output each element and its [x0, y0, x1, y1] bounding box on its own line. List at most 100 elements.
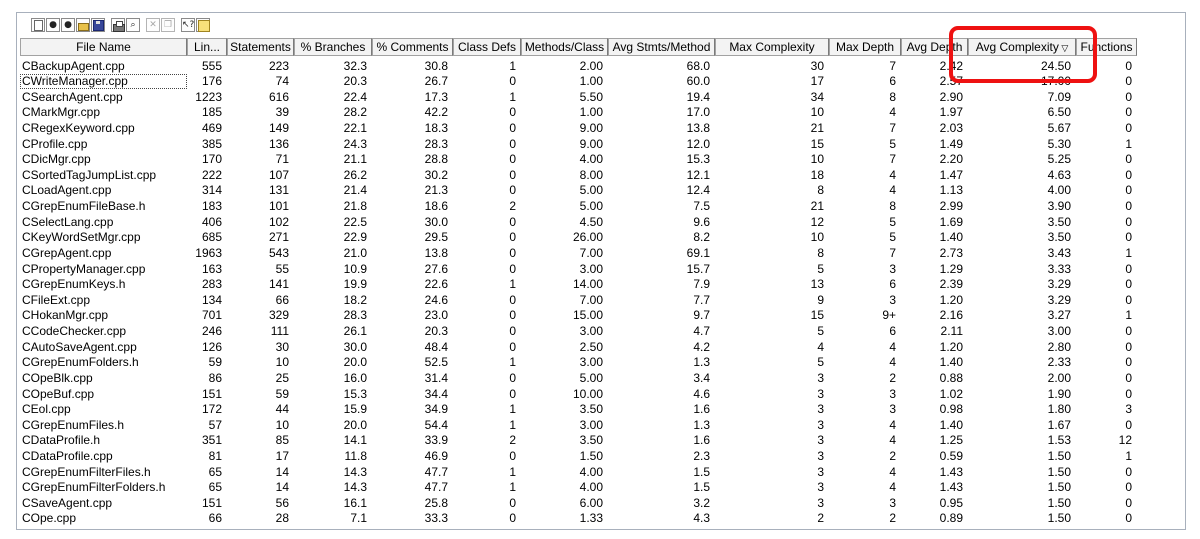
cell-max-depth: 5 — [889, 214, 896, 229]
header-comments[interactable]: % Comments — [372, 38, 453, 56]
cell-avg-depth: 2.03 — [939, 120, 963, 135]
header-avg-complexity[interactable]: Avg Complexity ▽ — [968, 38, 1076, 56]
cell-avg-complexity: 3.50 — [1047, 214, 1071, 229]
cell-methods-per-class: 2.00 — [579, 58, 603, 73]
cell-max-complexity: 34 — [810, 89, 824, 104]
cell-file-name: CMarkMgr.cpp — [22, 105, 101, 120]
table-row[interactable]: CRegexKeyword.cpp 469 149 22.1 18.3 0 9.00 13.8… — [20, 121, 1180, 137]
header-statements[interactable]: Statements — [227, 38, 294, 56]
table-row[interactable]: CGrepEnumFilterFiles.h 65 14 14.3 47.7 1 4.00 1… — [20, 465, 1180, 481]
table-row[interactable]: CWriteManager.cpp 176 74 20.3 26.7 0 1.00 60.0 1… — [20, 74, 1180, 90]
record-icon[interactable]: ● — [61, 17, 75, 32]
table-row[interactable]: CHokanMgr.cpp 701 329 28.3 23.0 0 15.00 9.7 15 9+… — [20, 308, 1180, 324]
cell-file-name: CGrepEnumFiles.h — [22, 417, 125, 432]
table-row[interactable]: CLoadAgent.cpp 314 131 21.4 21.3 0 5.00 12.4 8 4 1… — [20, 183, 1180, 199]
help-book-icon[interactable] — [196, 17, 210, 32]
cell-branches: 21.0 — [343, 245, 367, 260]
cell-avg-depth: 1.40 — [939, 355, 963, 370]
table-row[interactable]: CDicMgr.cpp 170 71 21.1 28.8 0 4.00 15.3 10 7 2.20… — [20, 152, 1180, 168]
header-avg-depth[interactable]: Avg Depth — [901, 38, 968, 56]
table-row[interactable]: CGrepEnumFolders.h 59 10 20.0 52.5 1 3.00 1.3 5 4… — [20, 355, 1180, 371]
cell-lines: 385 — [201, 136, 222, 151]
open-folder-icon[interactable] — [76, 17, 90, 32]
table-row[interactable]: CGrepEnumFiles.h 57 10 20.0 54.4 1 3.00 1.3 3 4 1.… — [20, 418, 1180, 434]
header-functions[interactable]: Functions — [1076, 38, 1137, 56]
cell-branches: 22.9 — [343, 230, 367, 245]
cell-methods-per-class: 14.00 — [572, 277, 603, 292]
cell-max-depth: 4 — [889, 417, 896, 432]
cell-max-complexity: 8 — [817, 183, 824, 198]
cell-methods-per-class: 4.50 — [579, 214, 603, 229]
table-row[interactable]: COpeBuf.cpp 151 59 15.3 34.4 0 10.00 4.6 3 3 1.02 1… — [20, 387, 1180, 403]
stop-icon[interactable]: ● — [46, 17, 60, 32]
table-row[interactable]: CSelectLang.cpp 406 102 22.5 30.0 0 4.50 9.6 12 5… — [20, 215, 1180, 231]
cell-statements: 136 — [268, 136, 289, 151]
cell-lines: 283 — [201, 277, 222, 292]
cell-functions: 0 — [1125, 292, 1132, 307]
cell-lines: 246 — [201, 324, 222, 339]
table-row[interactable]: COpeBlk.cpp 86 25 16.0 31.4 0 5.00 3.4 3 2 0.88 2.0… — [20, 371, 1180, 387]
cell-max-complexity: 3 — [817, 449, 824, 463]
cell-methods-per-class: 7.00 — [579, 292, 603, 307]
header-max-complexity[interactable]: Max Complexity — [715, 38, 829, 56]
cell-max-complexity: 13 — [810, 277, 824, 292]
table-row[interactable]: CMarkMgr.cpp 185 39 28.2 42.2 0 1.00 17.0 10 4 1.9… — [20, 105, 1180, 121]
sort-descending-icon: ▽ — [1058, 43, 1069, 53]
cell-file-name: CDicMgr.cpp — [22, 152, 91, 167]
table-row[interactable]: CGrepEnumKeys.h 283 141 19.9 22.6 1 14.00 7.9 13… — [20, 277, 1180, 293]
print-preview-icon[interactable]: ⌕ — [126, 17, 140, 32]
table-row[interactable]: CCodeChecker.cpp 246 111 26.1 20.3 0 3.00 4.7 5 6… — [20, 324, 1180, 340]
cell-avg-complexity: 3.00 — [1047, 324, 1071, 339]
table-row[interactable]: CEol.cpp 172 44 15.9 34.9 1 3.50 1.6 3 3 0.98 1.80 3 — [20, 402, 1180, 418]
table-row[interactable]: CSearchAgent.cpp 1223 616 22.4 17.3 1 5.50 19.4… — [20, 90, 1180, 106]
header-methods-per-class[interactable]: Methods/Class — [521, 38, 608, 56]
copy-icon[interactable]: ❐ — [161, 17, 175, 32]
table-row[interactable]: CSaveAgent.cpp 151 56 16.1 25.8 0 6.00 3.2 3 3 0.9… — [20, 496, 1180, 512]
table-row[interactable]: CDataProfile.h 351 85 14.1 33.9 2 3.50 1.6 3 4 1.2… — [20, 433, 1180, 449]
table-row[interactable]: CGrepEnumFileBase.h 183 101 21.8 18.6 2 5.00 7.… — [20, 199, 1180, 215]
cell-avg-depth: 1.20 — [939, 292, 963, 307]
cell-avg-depth: 0.88 — [939, 370, 963, 385]
cell-branches: 22.4 — [343, 89, 367, 104]
cell-max-depth: 4 — [889, 355, 896, 370]
header-branches[interactable]: % Branches — [294, 38, 372, 56]
cell-avg-complexity: 1.67 — [1047, 417, 1071, 432]
table-row[interactable]: CSortedTagJumpList.cpp 222 107 26.2 30.2 0 8.0… — [20, 168, 1180, 184]
cell-methods-per-class: 9.00 — [579, 136, 603, 151]
header-avg-stmts-per-method[interactable]: Avg Stmts/Method — [608, 38, 715, 56]
header-file-name[interactable]: File Name — [20, 38, 187, 56]
save-icon[interactable] — [91, 17, 105, 32]
cell-class-defs: 0 — [509, 74, 516, 89]
header-max-depth[interactable]: Max Depth — [829, 38, 901, 56]
new-icon[interactable] — [31, 17, 45, 32]
table-row[interactable]: CProfile.cpp 385 136 24.3 28.3 0 9.00 12.0 15 5 1.… — [20, 137, 1180, 153]
cell-file-name: CGrepEnumFolders.h — [22, 355, 139, 370]
cell-comments: 42.2 — [424, 105, 448, 120]
table-row[interactable]: COpe.cpp 66 28 7.1 33.3 0 1.33 4.3 2 2 0.89 1.50 0 — [20, 511, 1180, 527]
cell-functions: 0 — [1125, 152, 1132, 167]
context-help-icon[interactable]: ↖? — [181, 17, 195, 32]
table-row[interactable]: CDataProfile.cpp 81 17 11.8 46.9 0 1.50 2.3 3 2 0.… — [20, 449, 1180, 465]
cell-avg-stmts-per-method: 1.6 — [693, 433, 710, 448]
cell-class-defs: 0 — [509, 167, 516, 182]
cell-branches: 21.1 — [343, 152, 367, 167]
print-icon[interactable] — [111, 17, 125, 32]
cell-file-name: CEol.cpp — [22, 402, 71, 417]
header-label: Avg Stmts/Method — [612, 40, 711, 54]
cell-avg-complexity: 1.50 — [1047, 464, 1071, 479]
table-row[interactable]: CGrepAgent.cpp 1963 543 21.0 13.8 0 7.00 69.1 8 7… — [20, 246, 1180, 262]
table-row[interactable]: CAutoSaveAgent.cpp 126 30 30.0 48.4 0 2.50 4.2 4… — [20, 340, 1180, 356]
table-row[interactable]: CPropertyManager.cpp 163 55 10.9 27.6 0 3.00 15… — [20, 262, 1180, 278]
table-row[interactable]: CGrepEnumFilterFolders.h 65 14 14.3 47.7 1 4.0… — [20, 480, 1180, 496]
header-lines[interactable]: Lin... — [187, 38, 227, 56]
cell-file-name: CGrepEnumFilterFiles.h — [22, 464, 151, 479]
cell-class-defs: 1 — [509, 417, 516, 432]
table-row[interactable]: CBackupAgent.cpp 555 223 32.3 30.8 1 2.00 68.0 3… — [20, 59, 1180, 75]
cell-branches: 11.8 — [344, 449, 367, 463]
table-row[interactable]: CKeyWordSetMgr.cpp 685 271 22.9 29.5 0 26.00 8.… — [20, 230, 1180, 246]
table-row[interactable]: CFileExt.cpp 134 66 18.2 24.6 0 7.00 7.7 9 3 1.20 3… — [20, 293, 1180, 309]
cut-icon[interactable]: ✕ — [146, 17, 160, 32]
cell-methods-per-class: 3.00 — [579, 324, 603, 339]
header-class-defs[interactable]: Class Defs — [453, 38, 521, 56]
cell-avg-depth: 2.90 — [939, 89, 963, 104]
